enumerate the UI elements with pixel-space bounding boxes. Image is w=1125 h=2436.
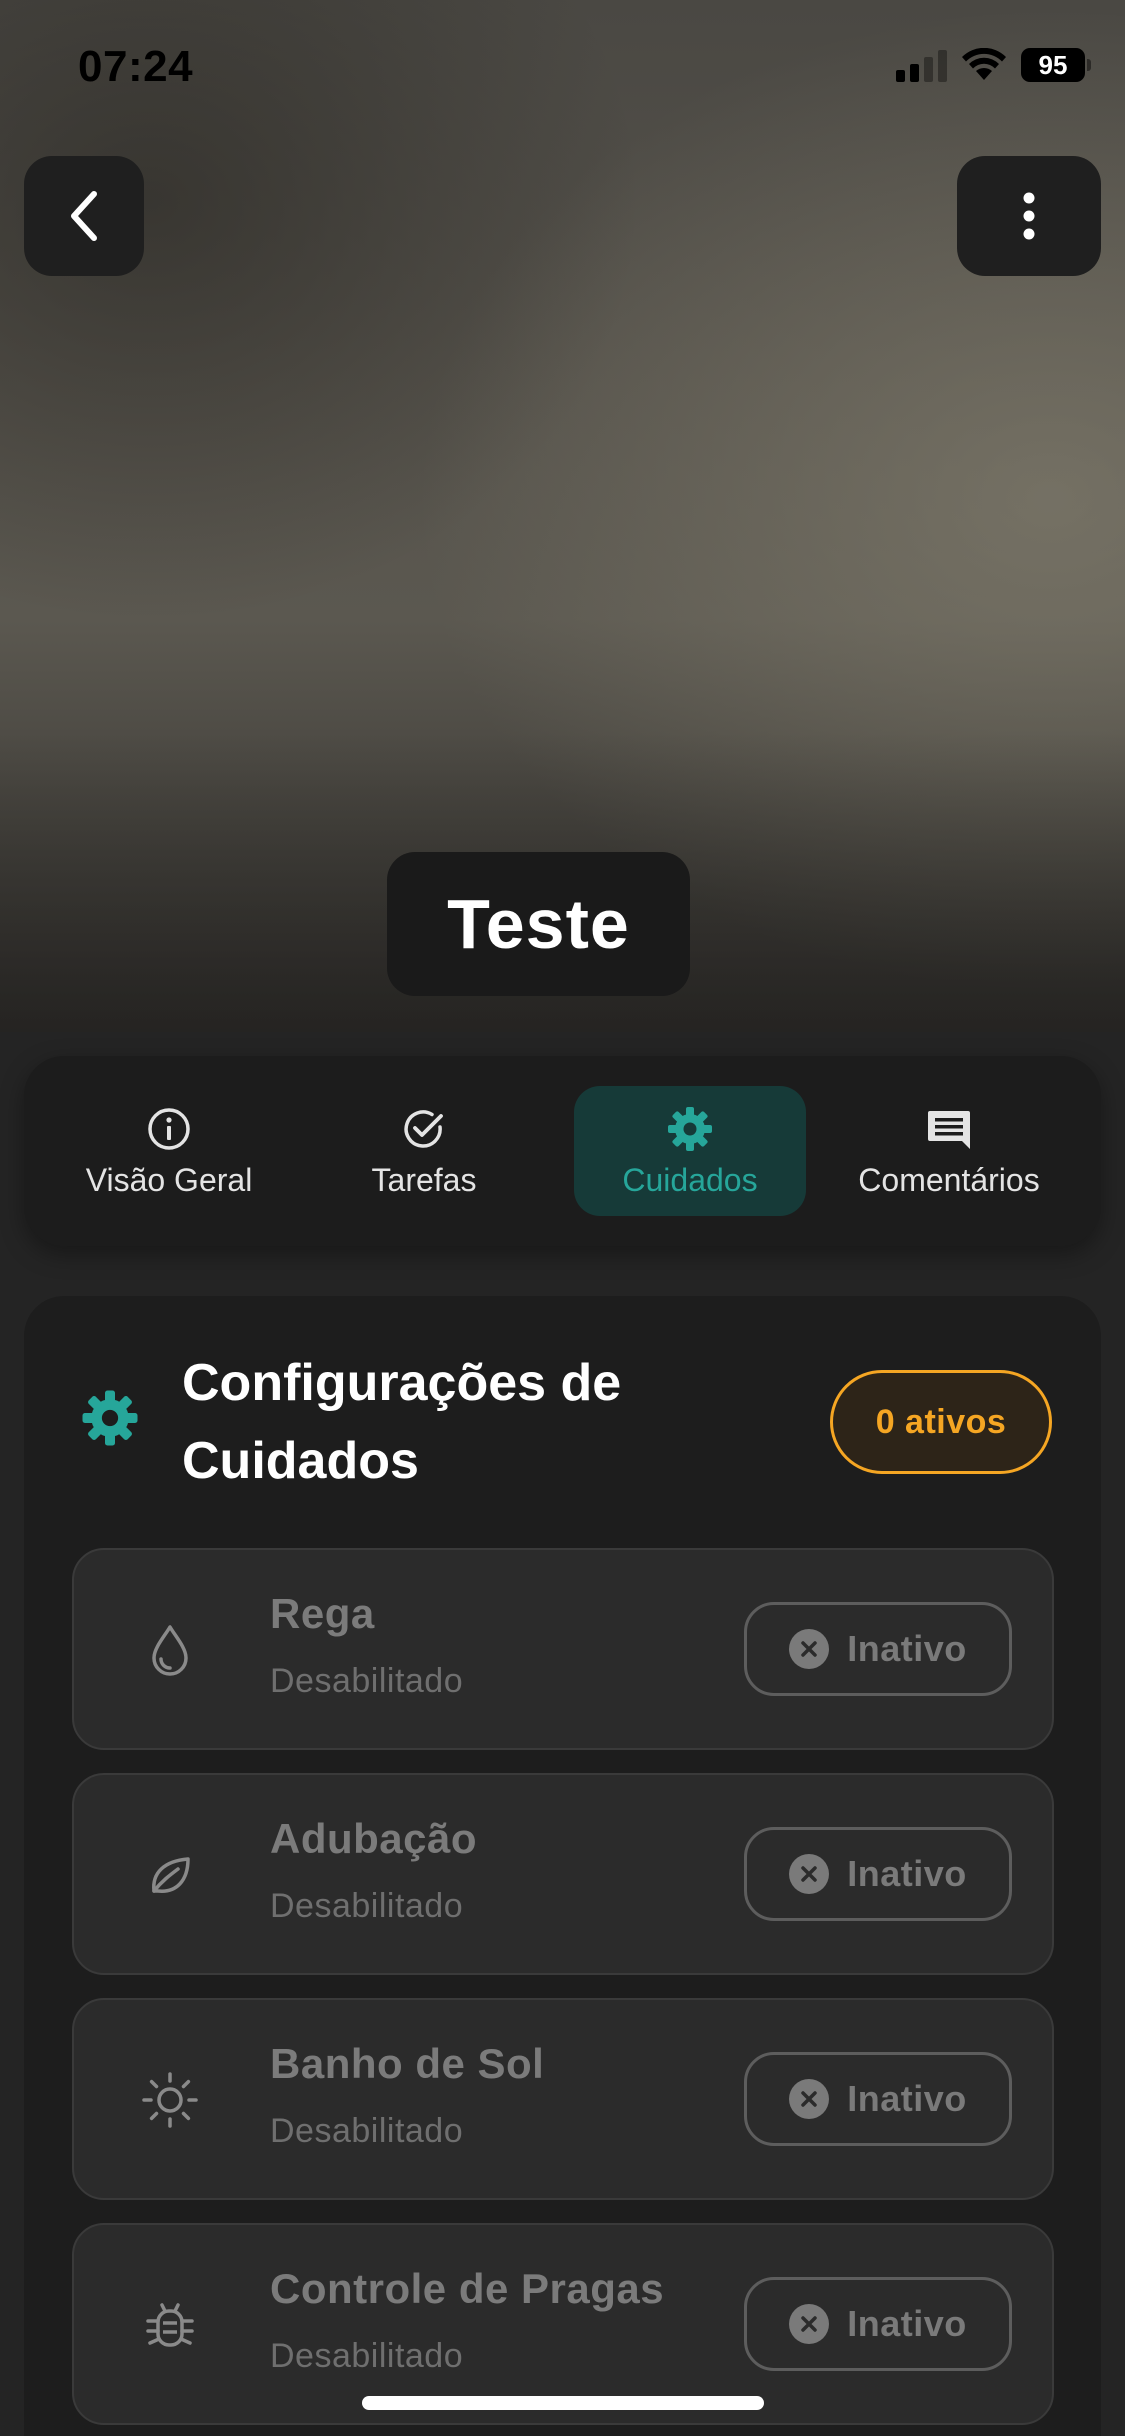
chevron-left-icon (71, 191, 97, 241)
sun-icon (138, 2068, 202, 2132)
care-item-status: Desabilitado (270, 1662, 464, 1700)
care-item-name: Rega (270, 1590, 375, 1637)
tab-comments-label: Comentários (858, 1161, 1040, 1198)
gear-icon (666, 1104, 714, 1154)
care-item-status: Desabilitado (270, 2337, 464, 2375)
care-settings-title: Configurações de Cuidados (182, 1354, 622, 1490)
tab-tasks[interactable]: Tarefas (314, 1086, 534, 1216)
care-item-name: Banho de Sol (270, 2040, 545, 2087)
plant-detail-screen: 07:24 95 Teste Visão Geral Tarefas Cuida… (0, 0, 1125, 2436)
tab-overview[interactable]: Visão Geral (54, 1086, 284, 1216)
inactive-toggle-button[interactable]: Inativo (744, 1827, 1012, 1921)
water-drop-icon (138, 1618, 202, 1682)
more-vertical-icon (1023, 192, 1035, 240)
check-circle-icon (400, 1104, 448, 1154)
care-item-status: Desabilitado (270, 2112, 464, 2150)
comment-icon (925, 1104, 973, 1154)
inactive-toggle-button[interactable]: Inativo (744, 2052, 1012, 2146)
more-options-button[interactable] (957, 156, 1101, 276)
gear-icon (80, 1388, 140, 1453)
close-circle-icon (789, 1854, 830, 1894)
care-item-name: Controle de Pragas (270, 2265, 665, 2312)
status-time: 07:24 (78, 42, 194, 91)
active-count-badge: 0 ativos (830, 1370, 1052, 1474)
toggle-label: Inativo (847, 1853, 967, 1894)
close-circle-icon (789, 2079, 830, 2119)
info-icon (146, 1104, 192, 1154)
care-item-pest-control[interactable]: Controle de Pragas Desabilitado Inativo (72, 2223, 1054, 2425)
status-indicators: 95 (896, 48, 1091, 82)
plant-name-title: Teste (387, 852, 690, 996)
home-indicator[interactable] (362, 2396, 764, 2410)
cellular-signal-icon (896, 48, 947, 82)
care-item-status: Desabilitado (270, 1887, 464, 1925)
toggle-label: Inativo (847, 1628, 967, 1669)
care-item-fertilizing[interactable]: Adubação Desabilitado Inativo (72, 1773, 1054, 1975)
tab-overview-label: Visão Geral (85, 1161, 253, 1198)
close-circle-icon (789, 2304, 830, 2344)
wifi-icon (962, 48, 1006, 80)
tab-care-label: Cuidados (622, 1161, 758, 1198)
care-item-name: Adubação (270, 1815, 478, 1862)
tab-bar: Visão Geral Tarefas Cuidados Comentários (24, 1056, 1101, 1246)
toggle-label: Inativo (847, 2078, 967, 2119)
care-settings-card: Configurações de Cuidados 0 ativos Rega … (24, 1296, 1101, 2436)
inactive-toggle-button[interactable]: Inativo (744, 1602, 1012, 1696)
battery-indicator: 95 (1021, 48, 1091, 82)
toggle-label: Inativo (847, 2303, 967, 2344)
tab-tasks-label: Tarefas (371, 1161, 477, 1198)
bug-icon (138, 2293, 202, 2357)
leaf-icon (138, 1843, 202, 1907)
care-item-watering[interactable]: Rega Desabilitado Inativo (72, 1548, 1054, 1750)
close-circle-icon (789, 1629, 830, 1669)
tab-care[interactable]: Cuidados (574, 1086, 806, 1216)
care-item-sunbath[interactable]: Banho de Sol Desabilitado Inativo (72, 1998, 1054, 2200)
back-button[interactable] (24, 156, 144, 276)
tab-comments[interactable]: Comentários (824, 1086, 1074, 1216)
inactive-toggle-button[interactable]: Inativo (744, 2277, 1012, 2371)
